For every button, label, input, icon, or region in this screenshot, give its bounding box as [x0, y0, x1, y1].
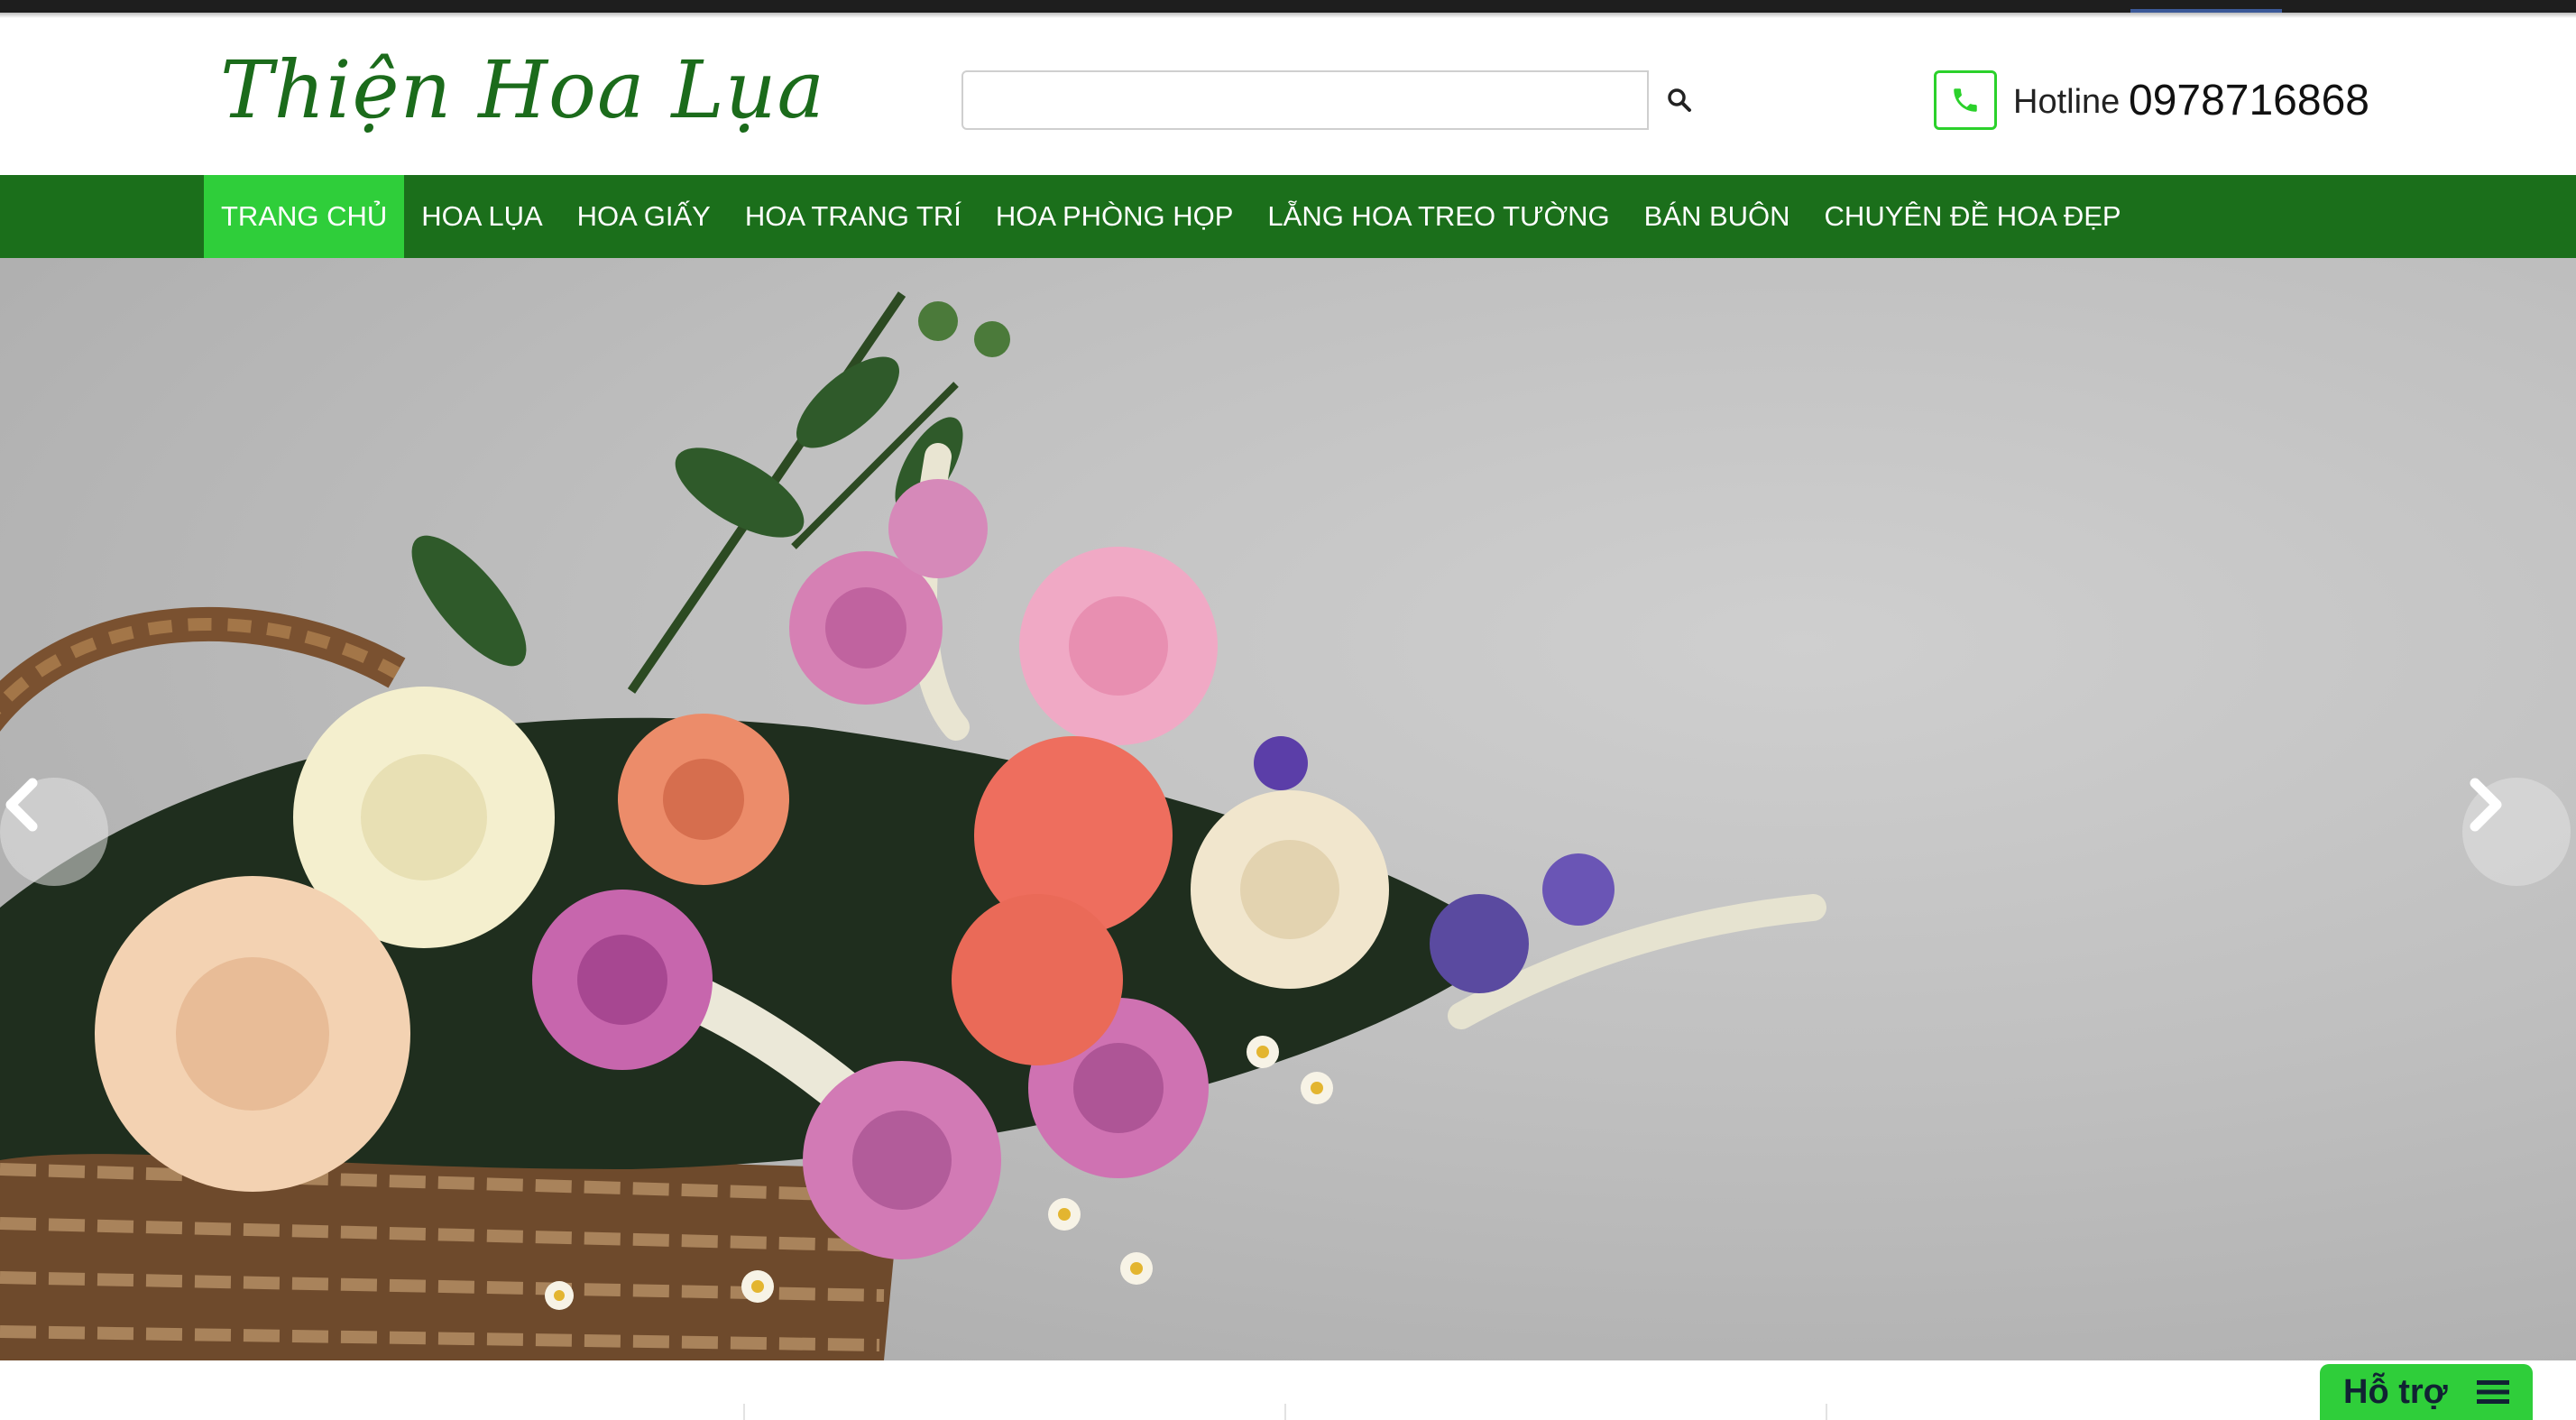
column-divider — [1826, 1404, 1827, 1420]
column-divider — [1284, 1404, 1286, 1420]
nav-item-hoa-trang-tri[interactable]: HOA TRANG TRÍ — [728, 175, 979, 258]
search-input[interactable] — [961, 70, 1649, 130]
support-label: Hỗ trợ — [2343, 1372, 2448, 1411]
column-divider — [743, 1404, 745, 1420]
search-button[interactable] — [1649, 70, 1710, 130]
menu-icon — [2477, 1380, 2509, 1404]
hero-slider[interactable] — [0, 258, 2576, 1360]
top-strip — [0, 0, 2576, 18]
nav-item-hoa-giay[interactable]: HOA GIẤY — [560, 175, 728, 258]
nav-item-chuyen-de-hoa-dep[interactable]: CHUYÊN ĐỀ HOA ĐẸP — [1808, 175, 2139, 258]
search-icon — [1668, 88, 1691, 112]
flower-basket-image — [0, 291, 1826, 1360]
main-navigation: TRANG CHỦ HOA LỤA HOA GIẤY HOA TRANG TRÍ… — [0, 175, 2576, 258]
nav-item-ban-buon[interactable]: BÁN BUÔN — [1627, 175, 1808, 258]
hotline-number[interactable]: 0978716868 — [2129, 76, 2369, 125]
top-strip-shadow — [0, 13, 2576, 18]
chevron-right-icon — [2470, 778, 2502, 832]
site-logo[interactable]: Thiện Hoa Lụa — [220, 43, 825, 136]
content-area-top — [0, 1360, 2576, 1420]
support-button[interactable]: Hỗ trợ — [2320, 1364, 2533, 1420]
slider-prev-button[interactable] — [0, 778, 108, 886]
slider-next-button[interactable] — [2462, 778, 2571, 886]
hotline-label: Hotline — [2013, 83, 2121, 121]
phone-icon — [1954, 88, 1977, 112]
nav-item-hoa-phong-hop[interactable]: HOA PHÒNG HỌP — [979, 175, 1251, 258]
nav-item-lang-hoa-treo-tuong[interactable]: LẴNG HOA TREO TƯỜNG — [1250, 175, 1626, 258]
nav-item-hoa-lua[interactable]: HOA LỤA — [404, 175, 559, 258]
nav-item-trang-chu[interactable]: TRANG CHỦ — [204, 175, 405, 258]
phone-icon-box[interactable] — [1934, 70, 1997, 130]
chevron-left-icon — [5, 778, 38, 832]
